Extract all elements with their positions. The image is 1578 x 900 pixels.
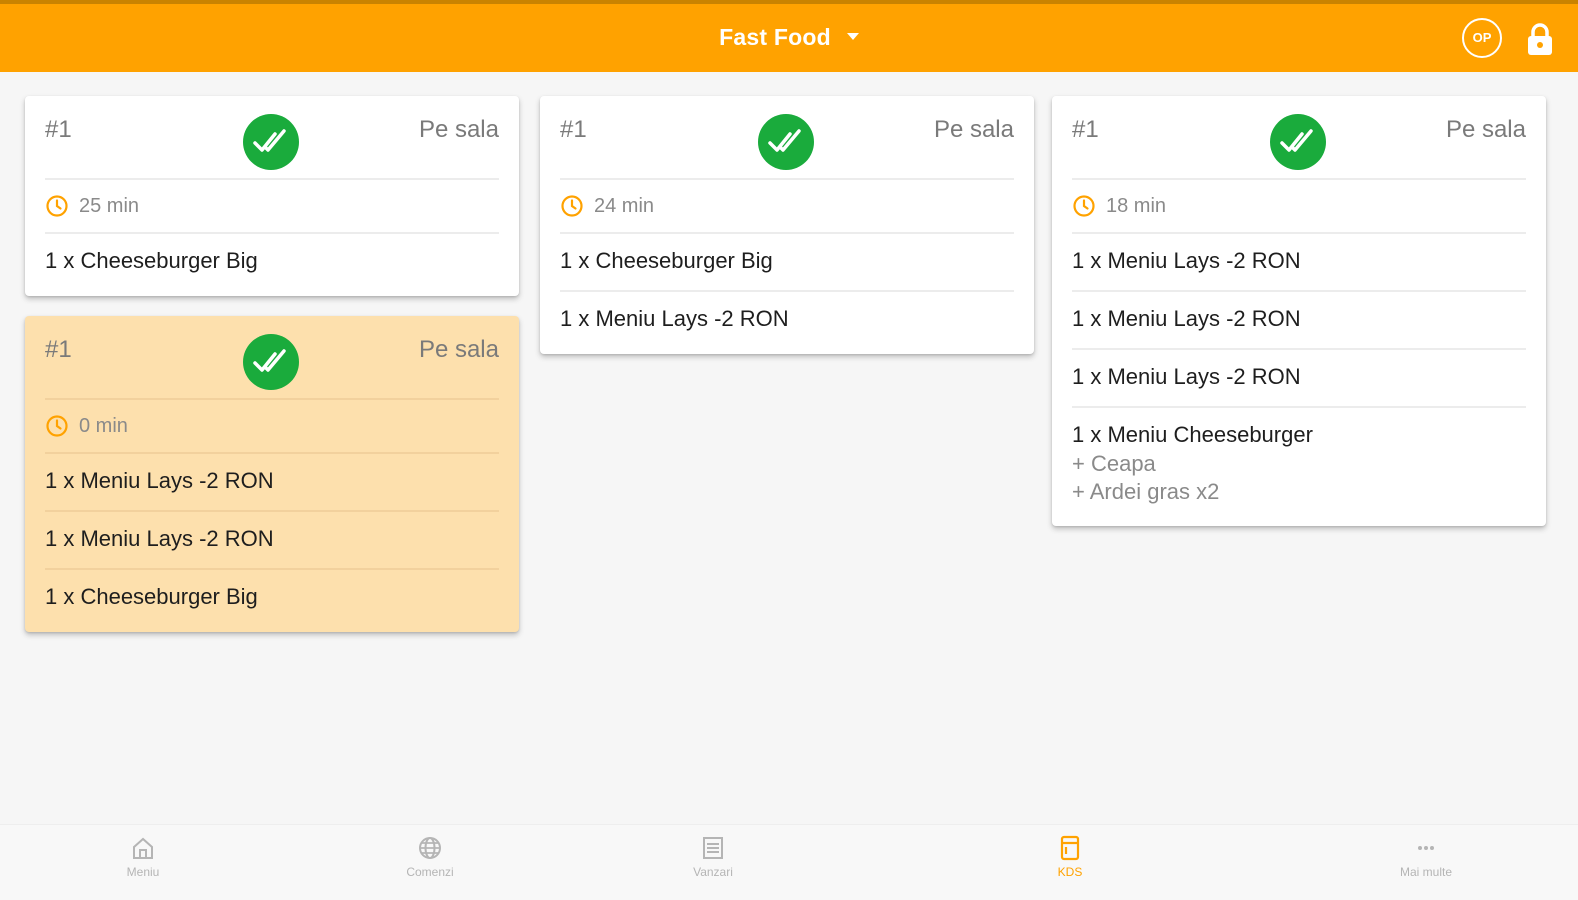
nav-item-label: Vanzari [693, 865, 733, 879]
order-number: #1 [45, 336, 72, 363]
nav-item-meniu[interactable]: Meniu [83, 835, 203, 879]
order-item-name: 1 x Meniu Lays -2 RON [45, 526, 274, 551]
card-header: #1 Pe sala [560, 96, 1014, 180]
nav-item-mai-multe[interactable]: Mai multe [1366, 835, 1486, 879]
status-done-button[interactable] [243, 114, 299, 170]
order-card[interactable]: #1 Pe sala 18 min 1 x Meniu Lays -2 RON 1 x … [1052, 96, 1546, 526]
double-check-icon [253, 129, 286, 152]
elapsed-time: 25 min [45, 180, 499, 234]
double-check-icon [1280, 129, 1313, 152]
order-item[interactable]: 1 x Meniu Lays -2 RON [560, 292, 1014, 348]
order-item[interactable]: 1 x Cheeseburger Big [45, 234, 499, 290]
elapsed-time-label: 25 min [79, 194, 140, 217]
column-3: #1 Pe sala 18 min 1 x Meniu Lays -2 RON 1 x … [1052, 96, 1546, 546]
order-item-name: 1 x Meniu Lays -2 RON [1072, 364, 1301, 389]
order-item-name: 1 x Meniu Lays -2 RON [1072, 306, 1301, 331]
order-item[interactable]: 1 x Meniu Lays -2 RON [1072, 350, 1526, 408]
order-location: Pe sala [1445, 116, 1526, 143]
order-item[interactable]: 1 x Cheeseburger Big [45, 570, 499, 626]
nav-item-vanzari[interactable]: Vanzari [653, 835, 773, 879]
elapsed-time: 24 min [560, 180, 1014, 234]
order-item[interactable]: 1 x Meniu Lays -2 RON [45, 454, 499, 512]
card-header: #1 Pe sala [45, 96, 499, 180]
kds-board: #1 Pe sala 25 min 1 x Cheeseburger Big #1 Pe … [0, 72, 1578, 824]
nav-item-comenzi[interactable]: Comenzi [370, 835, 490, 879]
order-item-name: 1 x Meniu Lays -2 RON [560, 306, 789, 331]
clock-icon [561, 195, 583, 217]
order-item-modifier: + Ardei gras x2 [1072, 479, 1220, 504]
order-card[interactable]: #1 Pe sala 25 min 1 x Cheeseburger Big [25, 96, 519, 296]
home-icon [133, 837, 153, 859]
location-title: Fast Food [719, 24, 831, 50]
elapsed-time-label: 0 min [79, 414, 128, 437]
elapsed-time: 0 min [45, 400, 499, 454]
card-header: #1 Pe sala [1072, 96, 1526, 180]
nav-item-label: Mai multe [1399, 865, 1452, 879]
nav-item-label: Meniu [126, 865, 160, 879]
status-done-button[interactable] [758, 114, 814, 170]
elapsed-time-label: 18 min [1106, 194, 1167, 217]
order-item[interactable]: 1 x Meniu Cheeseburger + Ceapa + Ardei gra… [1072, 408, 1526, 520]
nav-item-kds[interactable]: KDS [1010, 835, 1130, 879]
bottom-navigation: Meniu Comenzi Vanzari KDS Mai multe [0, 824, 1578, 900]
order-location: Pe sala [418, 116, 499, 143]
status-done-button[interactable] [243, 334, 299, 390]
order-item-name: 1 x Meniu Lays -2 RON [1072, 248, 1301, 273]
order-item-modifier: + Ceapa [1072, 451, 1156, 476]
order-item[interactable]: 1 x Meniu Lays -2 RON [1072, 292, 1526, 350]
elapsed-time: 18 min [1072, 180, 1526, 234]
elapsed-time-label: 24 min [594, 194, 655, 217]
order-item-name: 1 x Cheeseburger Big [560, 248, 773, 273]
location-selector[interactable]: Fast Food [0, 24, 1578, 51]
nav-item-label: Comenzi [406, 865, 454, 879]
order-number: #1 [45, 116, 72, 143]
kds-icon [1060, 835, 1080, 861]
caret-down-icon [846, 33, 859, 41]
receipt-icon [703, 837, 723, 859]
status-done-button[interactable] [1270, 114, 1326, 170]
order-item-name: 1 x Cheeseburger Big [45, 248, 258, 273]
order-item-name: 1 x Meniu Lays -2 RON [45, 468, 274, 493]
card-header: #1 Pe sala [45, 316, 499, 400]
order-location: Pe sala [418, 336, 499, 363]
order-number: #1 [1072, 116, 1099, 143]
double-check-icon [253, 349, 286, 372]
clock-icon [1073, 195, 1095, 217]
operator-badge[interactable]: OP [1462, 18, 1502, 58]
order-card[interactable]: #1 Pe sala 0 min 1 x Meniu Lays -2 RON 1 x M… [25, 316, 519, 632]
more-icon [1418, 846, 1434, 850]
nav-item-label: KDS [1057, 865, 1083, 879]
column-1: #1 Pe sala 25 min 1 x Cheeseburger Big #1 Pe … [25, 96, 519, 652]
order-item[interactable]: 1 x Cheeseburger Big [560, 234, 1014, 292]
lock-icon[interactable] [1526, 22, 1554, 56]
order-item[interactable]: 1 x Meniu Lays -2 RON [1072, 234, 1526, 292]
order-item[interactable]: 1 x Meniu Lays -2 RON [45, 512, 499, 570]
order-item-name: 1 x Meniu Cheeseburger [1072, 422, 1313, 447]
column-2: #1 Pe sala 24 min 1 x Cheeseburger Big 1 x M… [540, 96, 1034, 374]
order-location: Pe sala [933, 116, 1014, 143]
top-bar: Fast Food OP [0, 0, 1578, 72]
clock-icon [46, 415, 68, 437]
globe-icon [419, 837, 441, 859]
clock-icon [46, 195, 68, 217]
order-item-name: 1 x Cheeseburger Big [45, 584, 258, 609]
double-check-icon [768, 129, 801, 152]
order-number: #1 [560, 116, 587, 143]
order-card[interactable]: #1 Pe sala 24 min 1 x Cheeseburger Big 1 x M… [540, 96, 1034, 354]
